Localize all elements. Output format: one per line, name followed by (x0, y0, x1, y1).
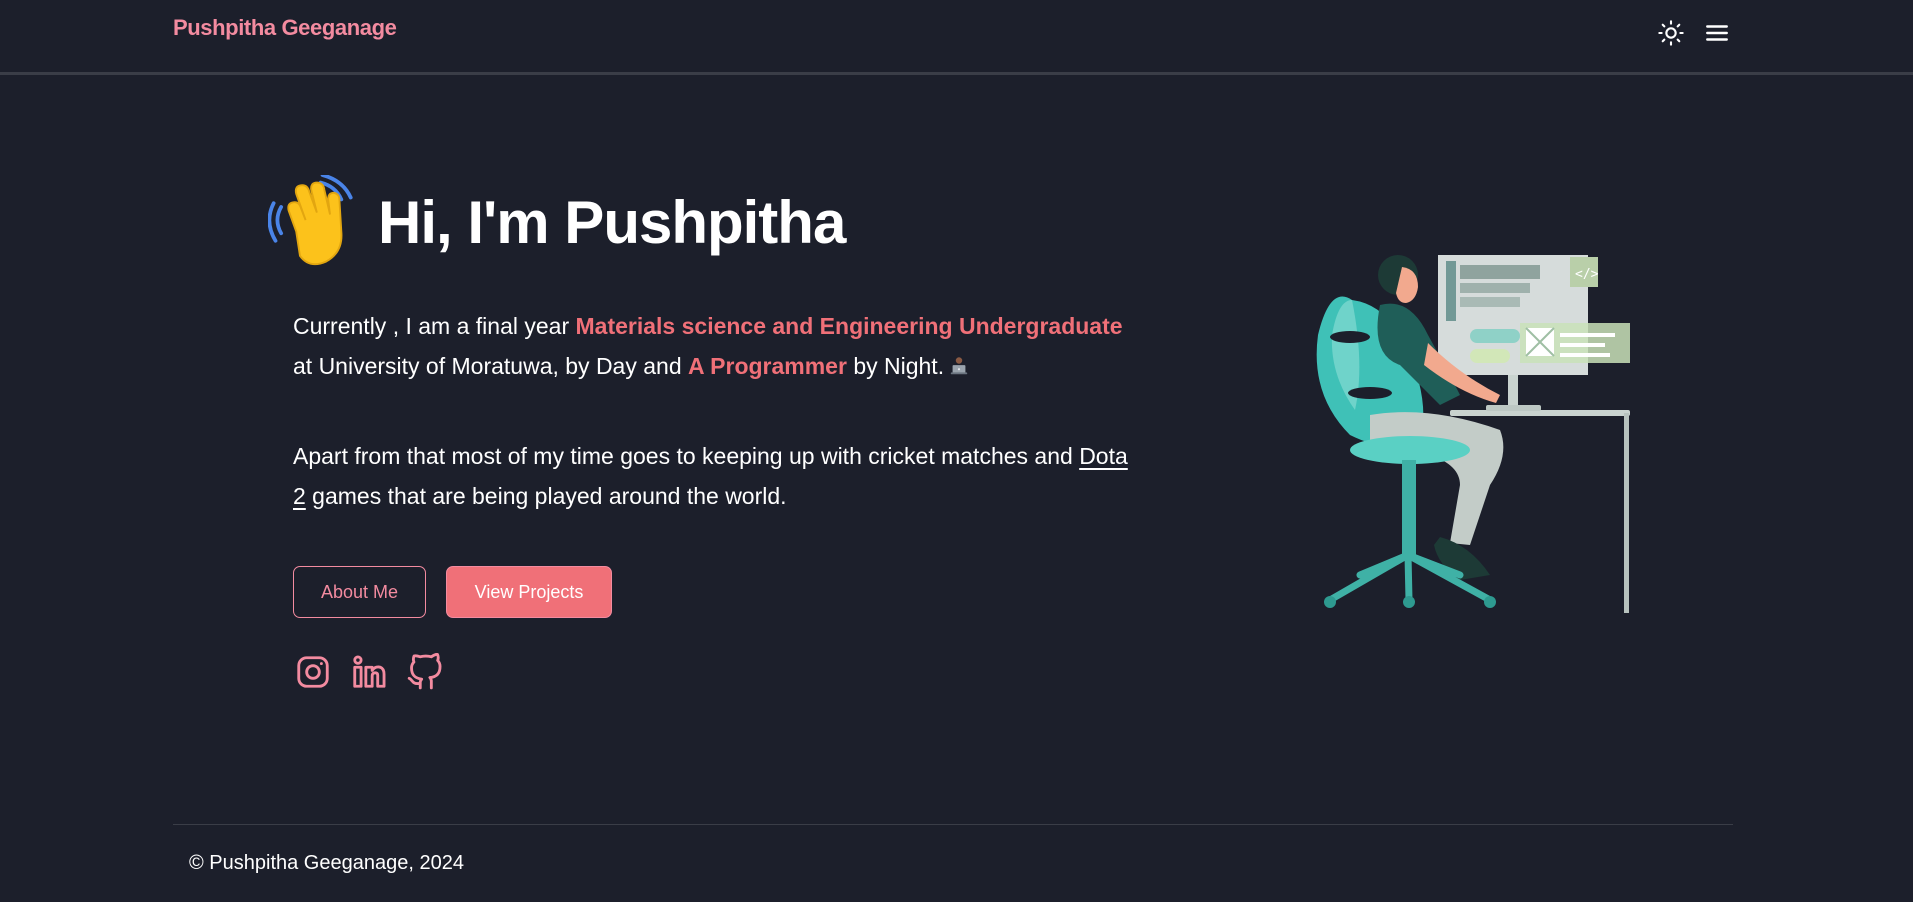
brand-logo-link[interactable]: Pushpitha Geeganage (173, 15, 397, 41)
footer-divider (173, 824, 1733, 825)
hobbies-text-1: Apart from that most of my time goes to … (293, 443, 1080, 469)
hamburger-menu-icon (1706, 25, 1728, 41)
waving-hand-icon (268, 175, 353, 266)
svg-text:</>: </> (1575, 267, 1599, 282)
theme-toggle-button[interactable] (1656, 18, 1686, 48)
hero-heading: Hi, I'm Pushpitha (378, 188, 846, 256)
linkedin-link[interactable] (349, 652, 389, 692)
navbar: Pushpitha Geeganage (0, 0, 1913, 75)
hobbies-text-2: games that are being played around the w… (305, 483, 787, 509)
highlight-programmer: A Programmer (688, 353, 847, 379)
hero-title: Hi, I'm Pushpitha (268, 175, 1168, 269)
footer-copyright: © Pushpitha Geeganage, 2024 (189, 852, 464, 874)
instagram-link[interactable] (293, 652, 333, 692)
intro-paragraph: Currently , I am a final year Materials … (293, 306, 1143, 386)
about-me-button[interactable]: About Me (293, 566, 426, 618)
instagram-icon (297, 656, 329, 688)
sun-icon (1658, 20, 1684, 46)
social-links (293, 652, 445, 692)
hero-buttons: About Me View Projects (293, 566, 612, 618)
linkedin-icon (353, 655, 386, 688)
github-link[interactable] (405, 652, 445, 692)
view-projects-button[interactable]: View Projects (446, 566, 612, 618)
developer-at-desk-illustration: </> (1316, 255, 1630, 613)
hobbies-paragraph: Apart from that most of my time goes to … (293, 436, 1143, 516)
highlight-degree: Materials science and Engineering Underg… (575, 313, 1123, 339)
github-icon (407, 653, 442, 690)
intro-text-2: at University of Moratuwa, by Day and (293, 353, 688, 379)
intro-text-1: Currently , I am a final year (293, 313, 576, 339)
laptop-person-icon (950, 357, 968, 375)
hero-section: Hi, I'm Pushpitha (268, 175, 1168, 269)
menu-button[interactable] (1702, 18, 1732, 48)
intro-text-3: by Night. (846, 353, 945, 379)
nav-icons (1656, 18, 1732, 48)
